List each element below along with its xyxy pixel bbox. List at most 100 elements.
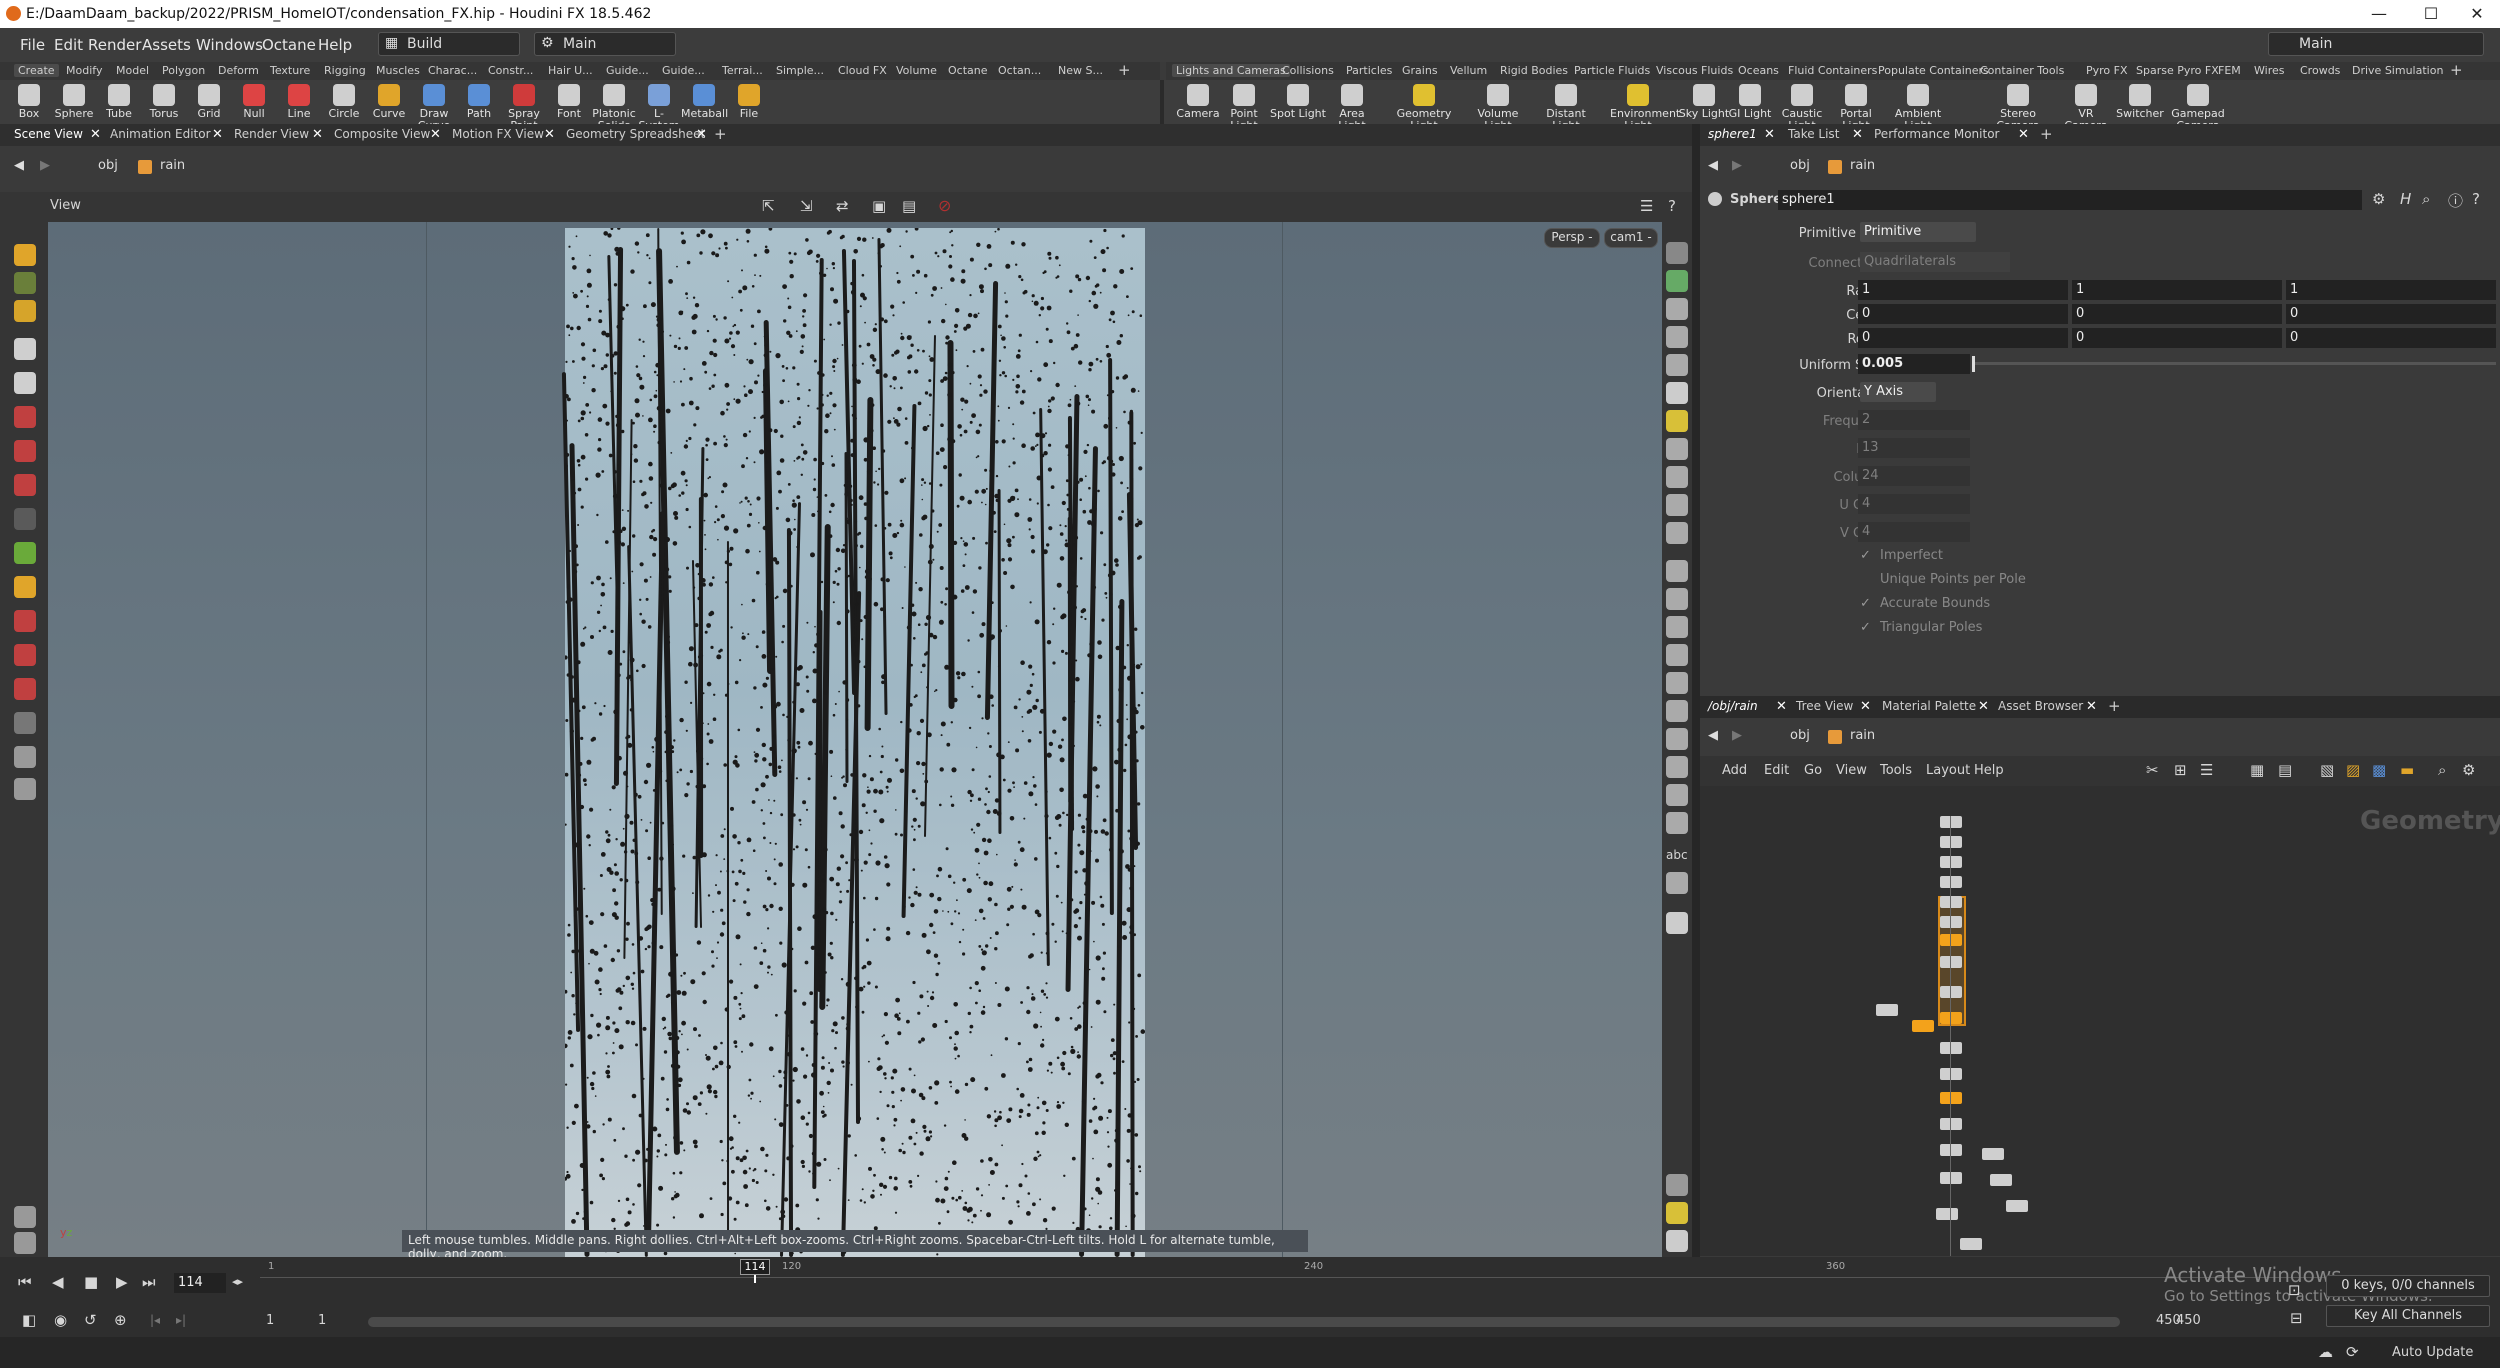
network-node[interactable]	[1876, 1004, 1898, 1016]
select-edges-icon[interactable]	[14, 300, 36, 322]
shelf-tool-font[interactable]: Font	[546, 82, 592, 120]
tab-tree-view[interactable]: Tree View	[1796, 699, 1853, 713]
box-icon[interactable]	[1666, 812, 1688, 834]
menu-windows[interactable]: Windows	[196, 36, 263, 54]
network-node[interactable]	[1940, 1042, 1962, 1054]
network-node[interactable]	[1940, 856, 1962, 868]
shelf-tool-file[interactable]: File	[726, 82, 772, 120]
view-tool-icon[interactable]	[14, 576, 36, 598]
search-icon[interactable]: ⌕	[2422, 190, 2430, 208]
tree-icon[interactable]: ⊞	[2174, 761, 2187, 779]
shelf-tab[interactable]: Charac...	[428, 64, 477, 77]
columns-field[interactable]: 24	[1858, 466, 1970, 486]
primitive-type-dropdown[interactable]: Primitive	[1860, 222, 1976, 242]
shelf-tab[interactable]: Vellum	[1450, 64, 1487, 77]
close-tab-icon[interactable]: ✕	[1978, 699, 1989, 714]
help-icon[interactable]: ?	[1668, 197, 1676, 215]
add-shelf-tab-icon[interactable]: +	[2450, 61, 2463, 79]
grid-view-icon[interactable]: ▦	[2250, 761, 2264, 779]
shelf-tool-path[interactable]: Path	[456, 82, 502, 120]
snap-magnet-icon[interactable]	[14, 678, 36, 700]
shelf-tool-circle[interactable]: Circle	[321, 82, 367, 120]
close-tab-icon[interactable]: ✕	[430, 127, 441, 142]
tab-material-palette[interactable]: Material Palette	[1882, 699, 1976, 713]
render-icon[interactable]	[14, 778, 36, 800]
desktop-dropdown[interactable]: ▦ Build	[378, 32, 520, 56]
key-all-channels-button[interactable]: Key All Channels	[2326, 1305, 2490, 1327]
close-tab-icon[interactable]: ✕	[312, 127, 323, 142]
folder-icon[interactable]: ▬	[2400, 761, 2414, 779]
shelf-tab[interactable]: Sparse Pyro FX	[2136, 64, 2219, 77]
network-node[interactable]	[1940, 1172, 1962, 1184]
orientation-dropdown[interactable]: Y Axis	[1860, 382, 1936, 402]
path-node[interactable]: rain	[1850, 728, 1875, 743]
range-start2-field[interactable]: 1	[318, 1313, 326, 1328]
network-node[interactable]	[1912, 1020, 1934, 1032]
home-icon[interactable]	[1666, 326, 1688, 348]
info-light-icon[interactable]	[1666, 912, 1688, 934]
radius-z-field[interactable]: 1	[2286, 280, 2496, 300]
close-tab-icon[interactable]: ✕	[544, 127, 555, 142]
current-frame-marker[interactable]: 114	[740, 1259, 770, 1275]
network-node[interactable]	[1990, 1174, 2012, 1186]
uorder-field[interactable]: 4	[1858, 494, 1970, 514]
play-reverse-icon[interactable]: ◀	[52, 1273, 64, 1291]
image-icon[interactable]: ▩	[2372, 761, 2386, 779]
add-tab-icon[interactable]: +	[2108, 697, 2121, 715]
tab-motion-fx-view[interactable]: Motion FX View	[452, 127, 544, 141]
shelf-tab[interactable]: Simple...	[776, 64, 824, 77]
tab-composite-view[interactable]: Composite View	[334, 127, 430, 141]
shelf-tool-metaball[interactable]: Metaball	[681, 82, 728, 120]
point-icon[interactable]	[1666, 560, 1688, 582]
shelf-tab[interactable]: Hair U...	[548, 64, 593, 77]
shelf-tab[interactable]: Rigid Bodies	[1500, 64, 1568, 77]
handle-tool-icon[interactable]: ▣	[872, 197, 886, 215]
close-tab-icon[interactable]: ✕	[2086, 699, 2097, 714]
persp-menu[interactable]: Persp -	[1544, 228, 1600, 248]
network-menu-edit[interactable]: Edit	[1764, 763, 1789, 778]
uniform-scale-slider[interactable]	[1972, 362, 2496, 365]
network-node[interactable]	[1940, 1144, 1962, 1156]
tab-obj-rain[interactable]: /obj/rain	[1708, 699, 1758, 713]
pin-icon[interactable]	[1666, 756, 1688, 778]
jump-start-icon[interactable]: ⏮	[18, 1273, 32, 1291]
uv-icon[interactable]	[1666, 522, 1688, 544]
network-node[interactable]	[1936, 1208, 1958, 1220]
shelf-tab[interactable]: Texture	[270, 64, 310, 77]
cloud-icon[interactable]: ☁	[2318, 1343, 2333, 1361]
grid-icon[interactable]	[1666, 728, 1688, 750]
prev-key-icon[interactable]: |◂	[150, 1313, 160, 1327]
shelf-tab[interactable]: Collisions	[1282, 64, 1334, 77]
eye-icon[interactable]	[1666, 1230, 1688, 1252]
numbers-icon[interactable]	[1666, 616, 1688, 638]
layout-icon[interactable]	[1666, 1202, 1688, 1224]
scale-tool-icon[interactable]	[14, 474, 36, 496]
menu-render[interactable]: Render	[88, 36, 141, 54]
tab-asset-browser[interactable]: Asset Browser	[1998, 699, 2083, 713]
timeline-track[interactable]	[260, 1277, 2410, 1278]
rotate-z-field[interactable]: 0	[2286, 328, 2496, 348]
key-icon[interactable]: ⊡	[2288, 1281, 2301, 1299]
headlight-icon[interactable]	[14, 1232, 36, 1254]
minimize-button[interactable]: —	[2356, 2, 2402, 26]
add-shelf-tab-icon[interactable]: +	[1118, 61, 1131, 79]
vorder-field[interactable]: 4	[1858, 522, 1970, 542]
close-tab-icon[interactable]: ✕	[90, 127, 101, 142]
forward-arrow-icon[interactable]: ▶	[40, 158, 50, 173]
shelf-tab[interactable]: Octan...	[998, 64, 1041, 77]
network-menu-help[interactable]: Help	[1974, 763, 2004, 778]
shelf-tab[interactable]: Fluid Containers	[1788, 64, 1877, 77]
move-tool-icon[interactable]	[14, 406, 36, 428]
shelf-tool-switcher[interactable]: Switcher	[2112, 82, 2168, 120]
menu-octane[interactable]: Octane	[262, 36, 316, 54]
menu-edit[interactable]: Edit	[54, 36, 83, 54]
search-icon[interactable]: ⌕	[2438, 761, 2446, 779]
bulb-icon[interactable]	[1666, 410, 1688, 432]
shelf-tab[interactable]: Rigging	[324, 64, 366, 77]
edit2-icon[interactable]	[1666, 784, 1688, 806]
camera-menu[interactable]: cam1 -	[1604, 228, 1658, 248]
shelf-tab[interactable]: New S...	[1058, 64, 1103, 77]
snap-curve-icon[interactable]	[14, 644, 36, 666]
channel-icon[interactable]: ⊟	[2290, 1309, 2303, 1327]
next-key-icon[interactable]: ▸|	[176, 1313, 186, 1327]
